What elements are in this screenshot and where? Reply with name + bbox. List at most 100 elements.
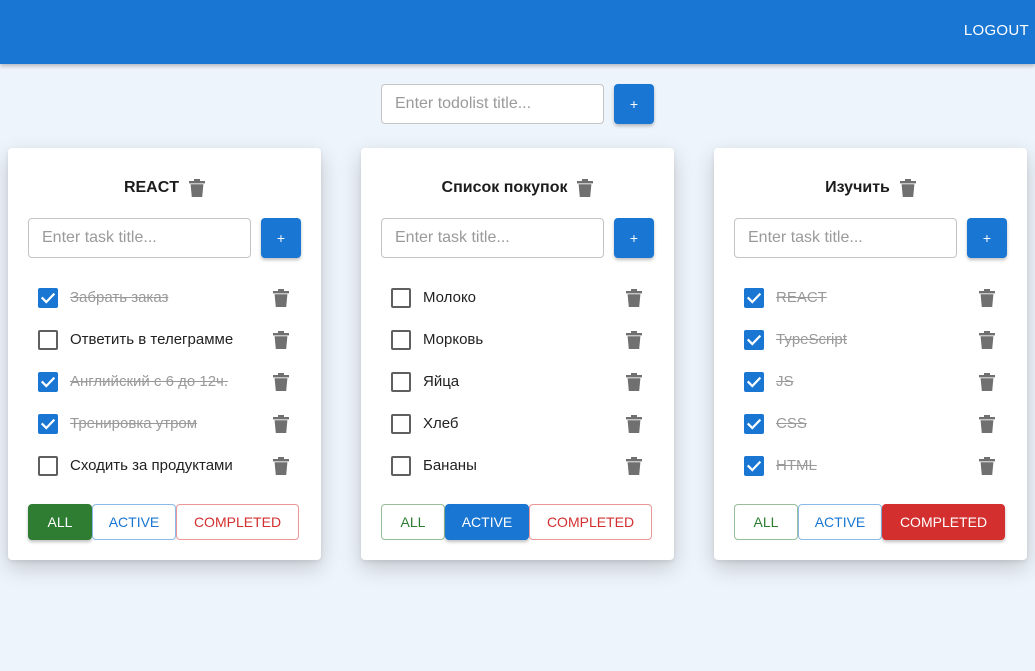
task-title-input[interactable] [28,218,251,258]
task-checkbox[interactable] [744,288,764,308]
task-title: Молоко [423,289,477,306]
check-icon [40,418,56,430]
task-checkbox[interactable] [744,330,764,350]
task-item: Тренировка утром [38,412,291,436]
task-title: Хлеб [423,415,459,432]
task-title: HTML [776,457,817,474]
task-item: Английский с 6 до 12ч. [38,370,291,394]
task-item: Бананы [391,454,644,478]
trash-icon[interactable] [626,415,642,433]
task-item: TypeScript [744,328,997,352]
trash-icon[interactable] [273,457,289,475]
check-icon [746,376,762,388]
trash-icon[interactable] [979,331,995,349]
task-checkbox[interactable] [391,288,411,308]
trash-icon[interactable] [626,373,642,391]
task-title: Сходить за продуктами [70,457,233,474]
task-checkbox[interactable] [391,372,411,392]
task-item: Морковь [391,328,644,352]
task-title: TypeScript [776,331,847,348]
task-checkbox[interactable] [38,288,58,308]
task-item: Ответить в телеграмме [38,328,291,352]
task-item: HTML [744,454,997,478]
trash-icon[interactable] [626,289,642,307]
todolist-card: REACT + Забрать заказ Ответить в телегра… [8,148,321,560]
todolist-title: Изучить [825,179,890,196]
task-item: Хлеб [391,412,644,436]
todolist-title: Список покупок [441,179,568,196]
add-todolist-button[interactable]: + [614,84,654,124]
add-task-button[interactable]: + [614,218,654,258]
trash-icon[interactable] [979,373,995,391]
trash-icon[interactable] [577,179,594,197]
todolist-card: Изучить + REACT TypeScript JS CSS HTML A… [714,148,1027,560]
filter-active-button[interactable]: ACTIVE [798,504,882,540]
task-checkbox[interactable] [38,456,58,476]
task-item: REACT [744,286,997,310]
task-title: REACT [776,289,827,306]
filter-buttons: ALL ACTIVE COMPLETED [734,504,1014,540]
filter-completed-button[interactable]: COMPLETED [529,504,652,540]
task-title: Морковь [423,331,484,348]
task-checkbox[interactable] [744,414,764,434]
task-checkbox[interactable] [38,372,58,392]
add-task-form: + [381,218,654,258]
trash-icon[interactable] [626,457,642,475]
task-item: Яйца [391,370,644,394]
task-checkbox[interactable] [38,330,58,350]
trash-icon[interactable] [979,415,995,433]
todolist-title: REACT [123,179,180,196]
trash-icon[interactable] [899,179,916,197]
todolist-header: REACT [8,175,321,201]
task-title: Ответить в телеграмме [70,331,234,348]
check-icon [40,376,56,388]
todolist-card: Список покупок + Молоко Морковь Яйца Хле… [361,148,674,560]
trash-icon[interactable] [273,331,289,349]
todolist-header: Список покупок [361,175,674,201]
trash-icon[interactable] [979,457,995,475]
todolist-title-input[interactable] [381,84,604,124]
trash-icon[interactable] [273,415,289,433]
trash-icon[interactable] [189,179,206,197]
filter-buttons: ALL ACTIVE COMPLETED [28,504,308,540]
filter-active-button[interactable]: ACTIVE [92,504,176,540]
check-icon [746,418,762,430]
add-task-button[interactable]: + [261,218,301,258]
check-icon [40,292,56,304]
check-icon [746,334,762,346]
filter-buttons: ALL ACTIVE COMPLETED [381,504,661,540]
filter-completed-button[interactable]: COMPLETED [176,504,299,540]
check-icon [746,460,762,472]
add-task-form: + [28,218,301,258]
filter-active-button[interactable]: ACTIVE [445,504,529,540]
trash-icon[interactable] [273,289,289,307]
task-title-input[interactable] [381,218,604,258]
logout-button[interactable]: LOGOUT [964,22,1029,39]
task-checkbox[interactable] [744,372,764,392]
trash-icon[interactable] [979,289,995,307]
check-icon [746,292,762,304]
task-title: Английский с 6 до 12ч. [70,373,229,390]
task-title: Яйца [423,373,460,390]
task-title: Забрать заказ [70,289,169,306]
add-task-button[interactable]: + [967,218,1007,258]
task-title: Тренировка утром [70,415,198,432]
trash-icon[interactable] [273,373,289,391]
task-checkbox[interactable] [391,456,411,476]
app-bar: LOGOUT [0,0,1035,64]
task-item: JS [744,370,997,394]
task-item: CSS [744,412,997,436]
task-checkbox[interactable] [744,456,764,476]
task-checkbox[interactable] [391,414,411,434]
task-item: Забрать заказ [38,286,291,310]
filter-all-button[interactable]: ALL [28,504,92,540]
filter-completed-button[interactable]: COMPLETED [882,504,1005,540]
task-title-input[interactable] [734,218,957,258]
filter-all-button[interactable]: ALL [734,504,798,540]
task-checkbox[interactable] [38,414,58,434]
filter-all-button[interactable]: ALL [381,504,445,540]
trash-icon[interactable] [626,331,642,349]
add-todolist-form: + [381,84,654,124]
task-checkbox[interactable] [391,330,411,350]
add-task-form: + [734,218,1007,258]
